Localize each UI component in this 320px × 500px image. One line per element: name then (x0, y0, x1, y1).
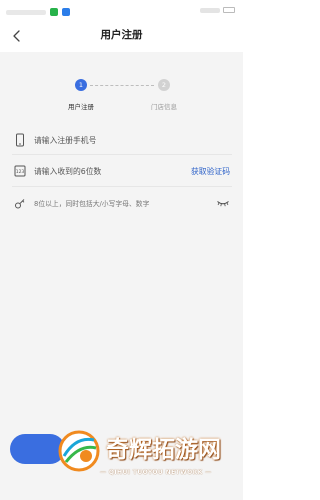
get-code-button[interactable]: 获取验证码 (191, 166, 230, 177)
page-title: 用户注册 (100, 29, 143, 41)
code-input[interactable] (34, 163, 192, 179)
signal-icon (200, 7, 220, 13)
nav-bar: 用户注册 (0, 24, 243, 48)
status-time (6, 9, 46, 15)
phone-input[interactable] (34, 132, 230, 148)
page-body (0, 52, 243, 500)
wechat-icon (50, 8, 58, 16)
key-icon (15, 199, 25, 209)
step-2-label: 门店信息 (151, 103, 177, 111)
notification-app-icon (62, 8, 70, 16)
phone-icon (16, 133, 24, 147)
status-left (6, 7, 70, 17)
svg-text:123: 123 (16, 169, 25, 175)
status-right (200, 7, 235, 13)
phone-row (14, 127, 230, 153)
status-bar (0, 0, 243, 24)
sms-code-icon: 123 (14, 165, 26, 177)
code-row: 123 获取验证码 (14, 158, 230, 184)
step-1-indicator: 1 (75, 79, 87, 91)
divider (12, 186, 232, 187)
password-input[interactable] (34, 195, 216, 211)
step-connector (90, 85, 154, 86)
eye-closed-icon[interactable] (216, 199, 230, 207)
battery-icon (223, 7, 235, 13)
password-row (14, 190, 230, 216)
step-2-indicator: 2 (158, 79, 170, 91)
next-step-button[interactable] (10, 434, 65, 464)
divider (12, 154, 232, 155)
step-1-label: 用户注册 (68, 103, 94, 111)
